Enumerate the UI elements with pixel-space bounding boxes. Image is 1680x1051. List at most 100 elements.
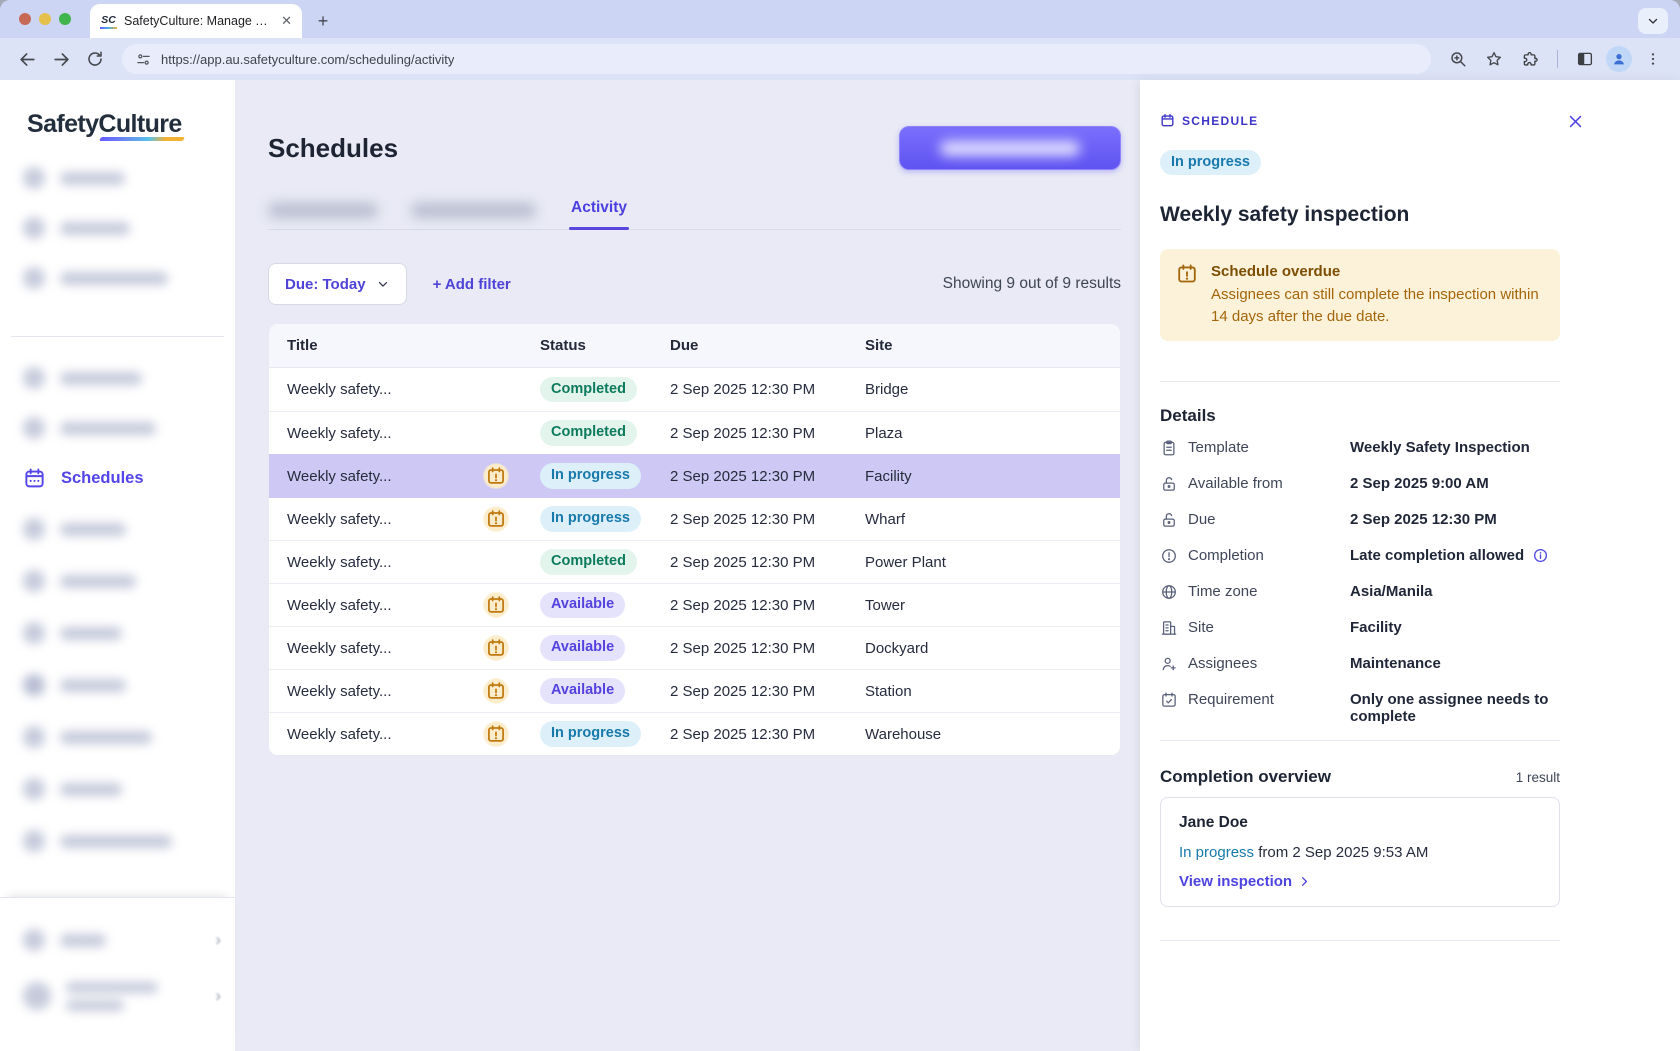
detail-row: Template Weekly Safety Inspection <box>1160 430 1560 466</box>
globe-icon <box>1160 583 1178 601</box>
row-due: 2 Sep 2025 12:30 PM <box>670 640 865 657</box>
detail-row: Due 2 Sep 2025 12:30 PM <box>1160 502 1560 538</box>
zoom-window-button[interactable] <box>59 13 71 25</box>
chevron-down-icon <box>1647 15 1659 27</box>
sidebar-item-redacted[interactable] <box>0 503 235 555</box>
column-header-status: Status <box>540 337 670 354</box>
new-tab-button[interactable]: + <box>310 8 336 34</box>
status-badge: Available <box>540 592 625 617</box>
back-button[interactable] <box>12 44 42 74</box>
sidebar-item-redacted[interactable] <box>0 203 235 253</box>
sidebar-item-redacted[interactable] <box>0 607 235 659</box>
table-row[interactable]: Weekly safety... Available 2 Sep 2025 12… <box>269 626 1120 669</box>
browser-menu-button[interactable] <box>1638 44 1668 74</box>
sidebar-item-schedules[interactable]: Schedules <box>0 453 235 503</box>
column-header-site: Site <box>865 337 1102 354</box>
chevron-down-icon <box>376 277 390 291</box>
detail-value: Facility <box>1350 619 1402 636</box>
side-panel-button[interactable] <box>1570 44 1600 74</box>
details-heading: Details <box>1160 406 1560 426</box>
sidebar-item-redacted[interactable] <box>0 711 235 763</box>
sidebar-item-redacted[interactable] <box>0 659 235 711</box>
site-settings-icon[interactable] <box>136 52 151 67</box>
sidebar-item-redacted[interactable] <box>0 763 235 815</box>
sidebar-item-redacted[interactable] <box>0 253 235 303</box>
status-badge: In progress <box>540 463 641 488</box>
table-row[interactable]: Weekly safety... In progress 2 Sep 2025 … <box>269 712 1120 755</box>
sidebar: SafetyCulture Schedules <box>0 80 235 1051</box>
close-window-button[interactable] <box>19 13 31 25</box>
back-arrow-icon <box>18 50 37 69</box>
browser-profile-avatar[interactable] <box>1606 46 1632 72</box>
due-filter-label: Due: Today <box>285 276 366 293</box>
url-bar[interactable]: https://app.au.safetyculture.com/schedul… <box>122 44 1431 74</box>
url-text: https://app.au.safetyculture.com/schedul… <box>161 52 454 67</box>
add-filter-button[interactable]: + Add filter <box>433 276 511 293</box>
table-row[interactable]: Weekly safety... Available 2 Sep 2025 12… <box>269 583 1120 626</box>
sidebar-item-redacted[interactable] <box>0 353 235 403</box>
drawer-kicker: Schedule <box>1160 113 1560 128</box>
row-site: Bridge <box>865 381 1102 398</box>
sidebar-item-redacted[interactable] <box>0 555 235 607</box>
extensions-button[interactable] <box>1515 44 1545 74</box>
row-title: Weekly safety... <box>287 683 483 700</box>
browser-tab[interactable]: SC SafetyCulture: Manage Teams and... ✕ <box>90 4 302 38</box>
row-title: Weekly safety... <box>287 468 483 485</box>
profile-item[interactable]: › <box>0 968 235 1024</box>
tab-assigned-to-me-redacted[interactable] <box>268 203 378 218</box>
row-site: Dockyard <box>865 640 1102 657</box>
table-row[interactable]: Weekly safety... Available 2 Sep 2025 12… <box>269 669 1120 712</box>
tab-manage-schedules-redacted[interactable] <box>411 203 536 218</box>
drawer-kicker-label: Schedule <box>1182 114 1258 128</box>
row-due: 2 Sep 2025 12:30 PM <box>670 683 865 700</box>
forward-button[interactable] <box>46 44 76 74</box>
sidebar-item-redacted[interactable] <box>0 403 235 453</box>
table-row[interactable]: Weekly safety... Completed 2 Sep 2025 12… <box>269 368 1120 411</box>
template-icon <box>1160 439 1178 457</box>
minimize-window-button[interactable] <box>39 13 51 25</box>
reload-icon <box>86 50 104 68</box>
overdue-calendar-icon <box>483 592 509 618</box>
info-icon[interactable] <box>1532 547 1549 564</box>
status-badge: Completed <box>540 549 637 574</box>
view-inspection-link[interactable]: View inspection <box>1179 873 1541 890</box>
tab-search-button[interactable] <box>1638 8 1668 34</box>
entry-from-text: from 2 Sep 2025 9:53 AM <box>1258 844 1428 861</box>
table-row[interactable]: Weekly safety... Completed 2 Sep 2025 12… <box>269 540 1120 583</box>
row-site: Station <box>865 683 1102 700</box>
bookmark-button[interactable] <box>1479 44 1509 74</box>
detail-row: Requirement Only one assignee needs to c… <box>1160 682 1560 734</box>
safetyculture-favicon: SC <box>100 14 117 29</box>
tab-close-icon[interactable]: ✕ <box>279 13 294 29</box>
create-schedule-button[interactable] <box>899 126 1121 170</box>
reload-button[interactable] <box>80 44 110 74</box>
tab-activity[interactable]: Activity <box>569 199 629 229</box>
overdue-alert: Schedule overdue Assignees can still com… <box>1160 249 1560 341</box>
detail-value: 2 Sep 2025 12:30 PM <box>1350 511 1497 528</box>
assignee-name: Jane Doe <box>1179 814 1541 832</box>
sidebar-item-redacted[interactable] <box>0 815 235 867</box>
due-filter-dropdown[interactable]: Due: Today <box>268 263 407 305</box>
table-row[interactable]: Weekly safety... In progress 2 Sep 2025 … <box>269 454 1120 497</box>
main-content: Schedules Activity Due: Today + Add filt… <box>235 80 1140 1051</box>
status-badge: Completed <box>540 377 637 402</box>
completion-list: Jane Doe In progress from 2 Sep 2025 9:5… <box>1160 797 1560 907</box>
close-drawer-button[interactable] <box>1562 108 1588 134</box>
sidebar-item-redacted[interactable] <box>0 153 235 203</box>
completion-card: Jane Doe In progress from 2 Sep 2025 9:5… <box>1160 797 1560 907</box>
zoom-button[interactable] <box>1443 44 1473 74</box>
table-row[interactable]: Weekly safety... Completed 2 Sep 2025 12… <box>269 411 1120 454</box>
row-title: Weekly safety... <box>287 381 483 398</box>
row-site: Wharf <box>865 511 1102 528</box>
sidebar-divider <box>11 336 224 337</box>
table-row[interactable]: Weekly safety... In progress 2 Sep 2025 … <box>269 497 1120 540</box>
detail-value: Late completion allowed <box>1350 547 1524 564</box>
status-badge: Available <box>540 678 625 703</box>
divider <box>1160 940 1560 941</box>
help-item[interactable]: › <box>0 912 235 968</box>
chevron-icon: › <box>215 986 221 1006</box>
safetyculture-logo[interactable]: SafetyCulture <box>27 110 182 139</box>
sidebar-item-label: Schedules <box>61 469 144 488</box>
sidebar-nav: Schedules <box>0 153 235 867</box>
divider <box>1160 740 1560 741</box>
